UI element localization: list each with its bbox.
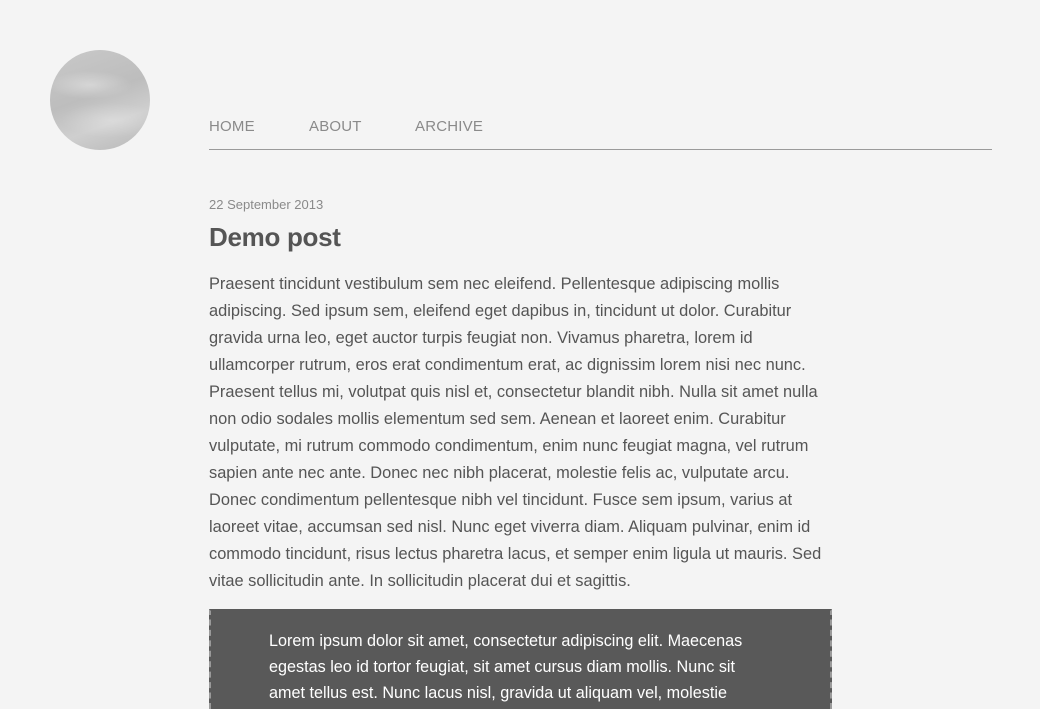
post-blockquote: Lorem ipsum dolor sit amet, consectetur … bbox=[209, 609, 832, 709]
post-date: 22 September 2013 bbox=[209, 197, 324, 212]
nav-archive-link[interactable]: ARCHIVE bbox=[415, 118, 483, 135]
blockquote-text: Lorem ipsum dolor sit amet, consectetur … bbox=[269, 632, 743, 702]
post-body: Praesent tincidunt vestibulum sem nec el… bbox=[209, 275, 822, 590]
post-title: Demo post bbox=[209, 222, 341, 252]
avatar[interactable] bbox=[50, 50, 150, 150]
main-navigation: HOME ABOUT ARCHIVE bbox=[209, 118, 992, 150]
page: HOME ABOUT ARCHIVE 22 September 2013 Dem… bbox=[0, 0, 1040, 709]
nav-about-link[interactable]: ABOUT bbox=[309, 118, 362, 135]
nav-home-link[interactable]: HOME bbox=[209, 118, 255, 135]
